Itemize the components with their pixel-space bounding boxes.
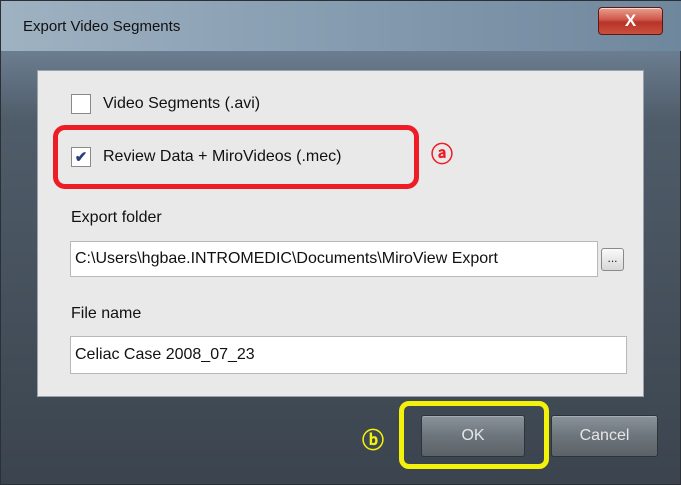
annotation-highlight-b [399, 401, 549, 469]
export-dialog-window: Export Video Segments X Video Segments (… [0, 0, 681, 485]
option-video-segments[interactable]: Video Segments (.avi) [71, 94, 260, 114]
file-name-label: File name [71, 305, 142, 322]
close-button[interactable]: X [598, 7, 663, 35]
annotation-marker-b: ⓑ [362, 428, 385, 453]
video-segments-label: Video Segments (.avi) [103, 95, 261, 112]
annotation-marker-a: ⓐ [431, 142, 454, 167]
title-bar[interactable]: Export Video Segments X [1, 1, 681, 51]
file-name-input[interactable]: Celiac Case 2008_07_23 [70, 336, 627, 374]
cancel-button[interactable]: Cancel [551, 415, 658, 457]
video-segments-checkbox[interactable] [71, 94, 91, 114]
browse-button[interactable]: ... [601, 248, 624, 271]
annotation-highlight-a [53, 125, 419, 189]
export-folder-input[interactable]: C:\Users\hgbae.INTROMEDIC\Documents\Miro… [70, 241, 598, 277]
window-title: Export Video Segments [23, 18, 181, 35]
export-folder-label: Export folder [71, 209, 162, 226]
